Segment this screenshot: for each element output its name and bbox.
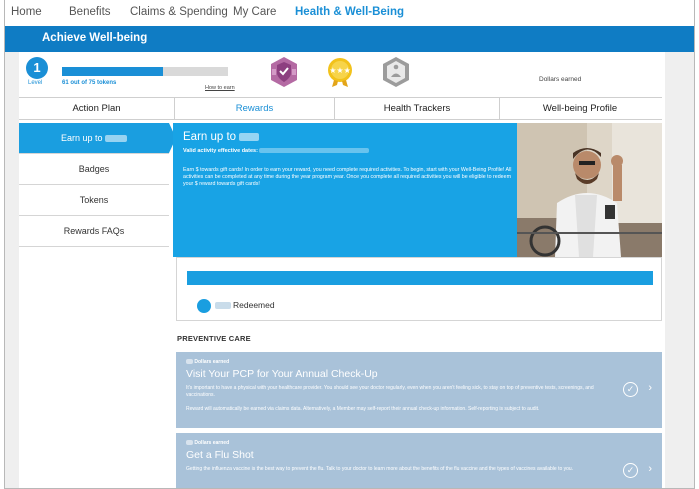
dollars-earned-label: Dollars earned [539,76,582,83]
how-to-earn-link[interactable]: How to earn [205,85,235,91]
chevron-right-icon[interactable]: › [648,382,652,394]
app-frame: Home Benefits Claims & Spending My Care … [4,0,695,489]
sidebar-item-badges[interactable]: Badges [19,154,169,185]
token-progress-bar [62,67,228,76]
activity-card-annual-checkup[interactable]: Dollars earned Visit Your PCP for Your A… [176,352,662,428]
activity-earned-label: Dollars earned [194,440,230,446]
activity-earned-label: Dollars earned [194,359,230,365]
redacted-amount [186,359,193,365]
page-banner: Achieve Well-being [5,26,694,52]
redacted-amount [239,132,260,141]
token-count: 61 out of 75 tokens [62,80,117,86]
tab-health-trackers[interactable]: Health Trackers [335,98,500,119]
redacted-amount [105,135,128,143]
level-summary: 1 Level 61 out of 75 tokens How to earn … [19,52,665,97]
activity-dollars-earned: Dollars earned [186,359,229,365]
activity-card-flu-shot[interactable]: Dollars earned Get a Flu Shot Getting th… [176,433,662,488]
activity-note: Reward will automatically be earned via … [186,406,540,412]
nav-claims-spending[interactable]: Claims & Spending [130,6,228,18]
activity-title: Visit Your PCP for Your Annual Check-Up [186,368,378,380]
tab-well-being-profile[interactable]: Well-being Profile [500,98,660,119]
complete-check-icon: ✓ [623,382,638,397]
activity-description: It's important to have a physical with y… [186,385,594,398]
complete-check-icon: ✓ [623,463,638,478]
activity-dollars-earned: Dollars earned [186,440,229,446]
nav-home[interactable]: Home [11,6,42,18]
left-gutter [5,52,19,488]
shield-check-badge-icon[interactable] [269,56,299,88]
rewards-hero: Earn up to Valid activity effective date… [173,123,517,257]
page-title: Achieve Well-being [42,32,148,44]
hero-photo-man-with-phone [517,123,662,257]
gold-stars-medal-icon[interactable]: ★★★ [325,56,355,88]
redacted-amount [186,440,193,446]
sidebar-item-rewards-faqs[interactable]: Rewards FAQs [19,216,169,247]
hero-title: Earn up to [183,131,260,143]
main-tabs: Action Plan Rewards Health Trackers Well… [19,97,662,120]
nav-benefits[interactable]: Benefits [69,6,111,18]
redeemed-label: Redeemed [233,300,275,310]
sidebar-item-tokens[interactable]: Tokens [19,185,169,216]
tab-action-plan[interactable]: Action Plan [19,98,175,119]
level-label: Level [28,80,43,86]
hero-subtitle: Valid activity effective dates: [183,148,370,154]
svg-text:★★★: ★★★ [329,66,351,75]
tab-rewards[interactable]: Rewards [175,98,335,119]
hero-description: Earn $ towards gift cards! In order to e… [183,167,512,188]
redacted-amount [215,302,231,309]
chevron-right-icon[interactable]: › [648,463,652,475]
sidebar-item-label: Earn up to [60,133,103,143]
top-nav: Home Benefits Claims & Spending My Care … [5,0,694,26]
activity-description: Getting the influenza vaccine is the bes… [186,466,574,472]
meditation-badge-icon[interactable] [381,56,411,88]
section-title-preventive-care: PREVENTIVE CARE [177,334,251,343]
hero-subtitle-text: Valid activity effective dates: [183,148,258,154]
rewards-progress-bar [187,271,653,285]
right-gutter [665,52,694,488]
sidebar-item-earn-up-to[interactable]: Earn up to [19,123,176,154]
rewards-progress-card: Redeemed [176,257,662,321]
level-badge: 1 [26,57,48,79]
hero-title-text: Earn up to [183,131,237,143]
token-progress-fill [62,67,164,76]
redacted-dates [259,148,370,154]
redeemed-indicator-icon [197,299,211,313]
nav-health-well-being[interactable]: Health & Well-Being [295,6,404,18]
activity-title: Get a Flu Shot [186,449,254,461]
nav-my-care[interactable]: My Care [233,6,276,18]
rewards-sidebar: Earn up to Badges Tokens Rewards FAQs [19,123,176,247]
